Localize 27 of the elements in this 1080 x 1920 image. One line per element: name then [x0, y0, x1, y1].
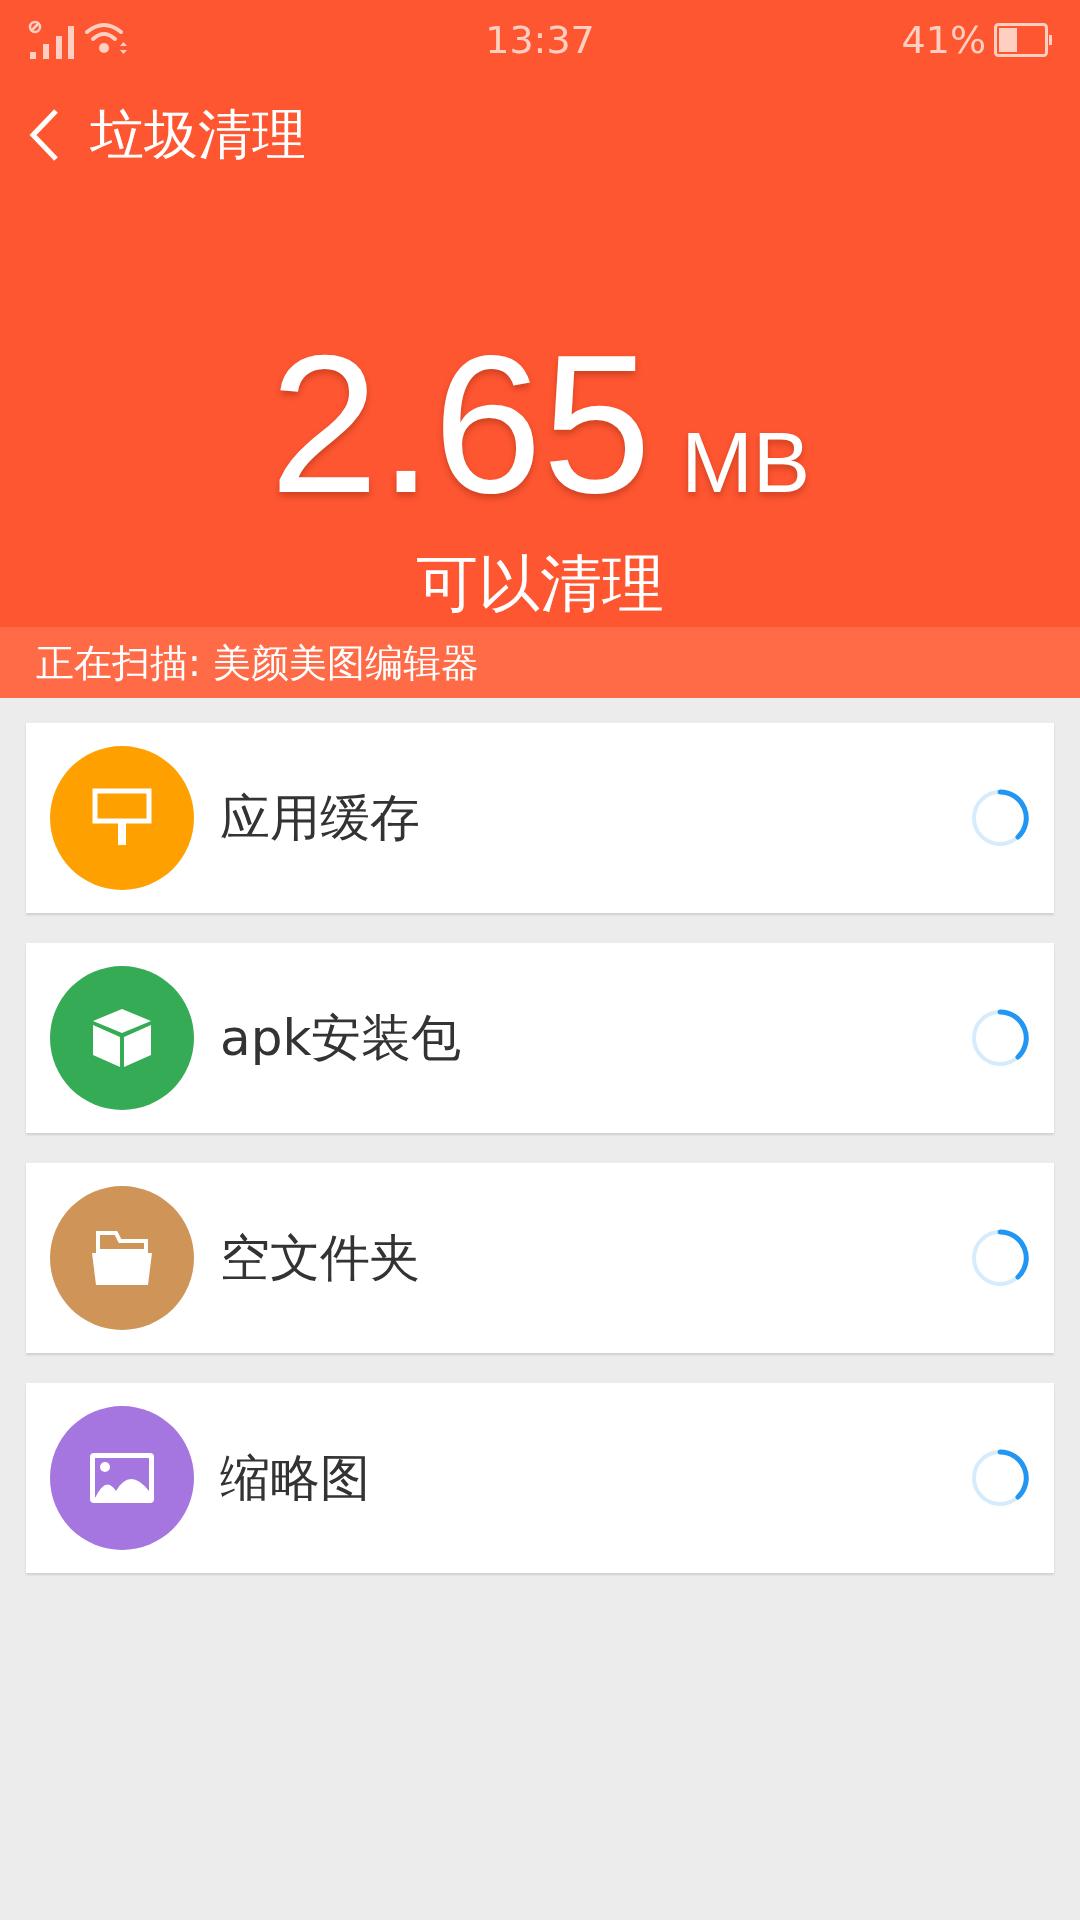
back-icon — [28, 107, 60, 163]
cube-icon — [91, 1007, 153, 1069]
junk-size: 2.65 — [269, 327, 652, 523]
category-card[interactable]: 缩略图 — [26, 1383, 1054, 1573]
signal-icon — [28, 20, 76, 60]
battery-percent: 41% — [901, 21, 986, 59]
category-card[interactable]: apk安装包 — [26, 943, 1054, 1133]
category-card[interactable]: 应用缓存 — [26, 723, 1054, 913]
loading-spinner-icon — [970, 1008, 1030, 1068]
category-label: apk安装包 — [220, 1013, 463, 1063]
folder-icon — [90, 1229, 154, 1287]
page-title: 垃圾清理 — [90, 108, 306, 162]
back-button[interactable] — [28, 107, 60, 163]
signboard-icon — [92, 788, 152, 848]
status-time: 13:37 — [485, 21, 595, 59]
size-unit: MB — [681, 419, 811, 505]
category-label: 空文件夹 — [220, 1233, 421, 1283]
cleanable-caption: 可以清理 — [416, 553, 664, 615]
battery-icon — [994, 23, 1052, 57]
scan-status: 正在扫描: 美颜美图编辑器 — [36, 643, 479, 682]
category-card[interactable]: 空文件夹 — [26, 1163, 1054, 1353]
category-label: 缩略图 — [220, 1453, 371, 1503]
loading-spinner-icon — [970, 788, 1030, 848]
image-icon — [88, 1451, 156, 1505]
loading-spinner-icon — [970, 1228, 1030, 1288]
loading-spinner-icon — [970, 1448, 1030, 1508]
category-label: 应用缓存 — [220, 793, 421, 843]
